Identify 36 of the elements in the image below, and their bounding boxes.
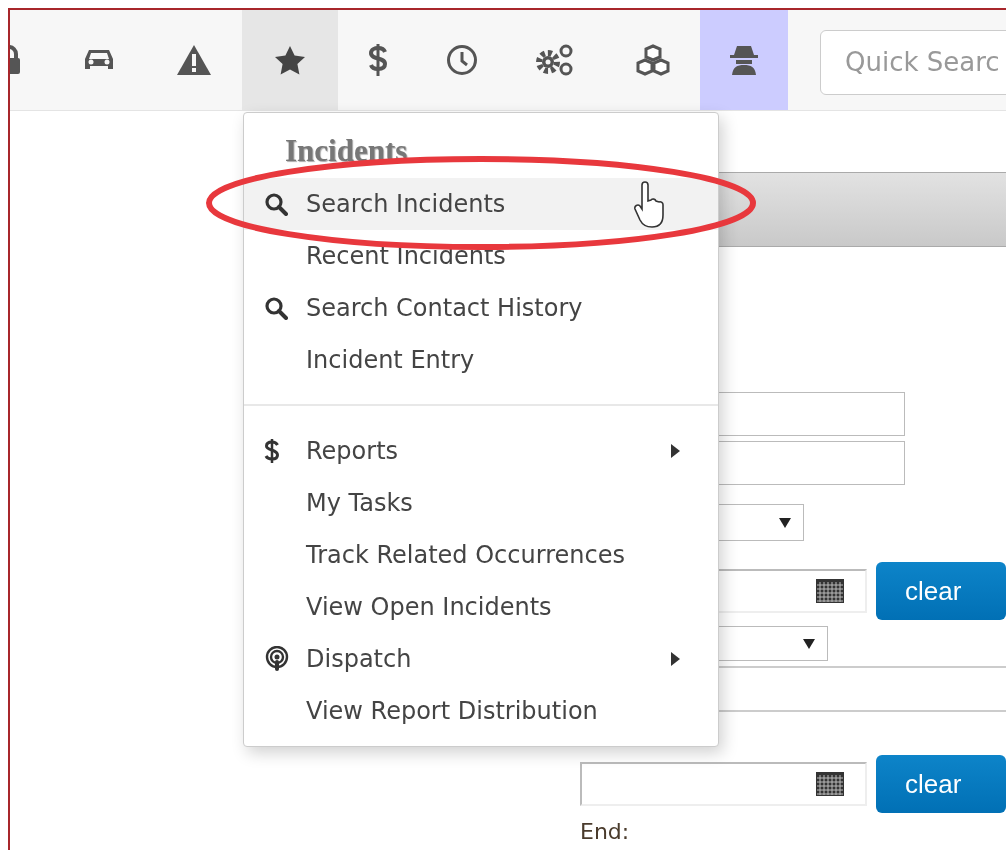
cubes-icon bbox=[635, 44, 670, 76]
calendar-icon[interactable] bbox=[815, 578, 845, 604]
menu-item[interactable]: Reports bbox=[244, 425, 718, 477]
dropdown-arrow-icon bbox=[803, 638, 815, 649]
menu-item[interactable]: Dispatch bbox=[244, 633, 718, 685]
clear-button[interactable]: clear bbox=[876, 562, 1006, 620]
hand-cursor-icon bbox=[634, 181, 664, 229]
spy-icon bbox=[729, 44, 759, 76]
menu-item[interactable]: Recent Incidents bbox=[244, 230, 718, 282]
search-icon bbox=[264, 192, 288, 216]
dollar-icon bbox=[264, 438, 280, 464]
calendar-icon[interactable] bbox=[815, 771, 845, 797]
warning-icon bbox=[176, 44, 212, 76]
clear-button[interactable]: clear bbox=[876, 755, 1006, 813]
menu-item[interactable]: View Report Distribution bbox=[244, 685, 718, 737]
clock-icon bbox=[445, 44, 478, 76]
podcast-icon bbox=[264, 646, 290, 672]
submenu-caret-icon bbox=[671, 652, 680, 666]
search-icon bbox=[264, 296, 288, 320]
end-label: End: bbox=[580, 818, 631, 846]
toolbar-button[interactable] bbox=[242, 10, 338, 110]
dropdown-arrow-icon bbox=[779, 517, 791, 528]
menu-item[interactable]: Incident Entry bbox=[244, 334, 718, 386]
menu-item[interactable]: View Open Incidents bbox=[244, 581, 718, 633]
menu-item[interactable]: Search Incidents bbox=[244, 178, 718, 230]
quick-search-field[interactable]: Quick Searc bbox=[820, 29, 1006, 95]
menu-item[interactable]: Search Contact History bbox=[244, 282, 718, 334]
menu-item[interactable]: Track Related Occurrences bbox=[244, 529, 718, 581]
menu-title: Incidents bbox=[284, 132, 409, 170]
menu-item[interactable]: My Tasks bbox=[244, 477, 718, 529]
dollar-icon bbox=[368, 43, 388, 77]
date-field[interactable] bbox=[580, 762, 867, 806]
gears-icon bbox=[535, 43, 575, 77]
star-icon bbox=[274, 45, 306, 75]
submenu-caret-icon bbox=[671, 444, 680, 458]
toolbar-button[interactable] bbox=[700, 10, 788, 110]
